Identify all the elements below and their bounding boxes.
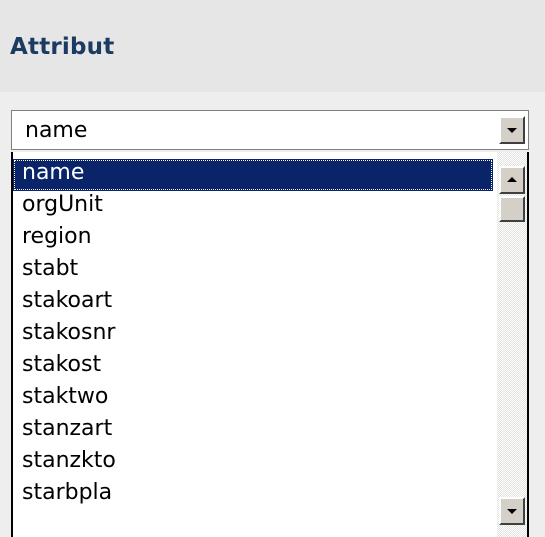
option-item[interactable]: starbpla [13,479,493,511]
option-item[interactable]: stanzart [13,415,493,447]
scroll-up-button[interactable] [499,166,525,194]
attribute-select-value: name [25,118,88,143]
dropdown-toggle-button[interactable] [499,116,525,144]
arrow-down-icon [507,509,517,514]
attribute-select[interactable]: name [11,110,529,150]
option-item[interactable]: orgUnit [13,191,493,223]
option-list: name orgUnit region stabt stakoart stako… [13,159,493,511]
panel-title: Attribut [10,34,115,60]
option-item[interactable]: stakosnr [13,319,493,351]
vertical-scrollbar[interactable] [497,152,527,537]
option-item[interactable]: stabt [13,255,493,287]
option-item[interactable]: staktwo [13,383,493,415]
attribute-panel: Attribut name name orgUnit region stabt … [0,0,545,537]
option-item[interactable]: stakost [13,351,493,383]
option-item-selected[interactable]: name [13,159,493,191]
scroll-down-button[interactable] [499,497,525,525]
option-item[interactable]: stakoart [13,287,493,319]
panel-header: Attribut [0,0,545,92]
arrow-up-icon [507,177,517,182]
option-item[interactable]: stanzkto [13,447,493,479]
option-item[interactable]: region [13,223,493,255]
chevron-down-icon [507,128,517,133]
attribute-dropdown-list: name orgUnit region stabt stakoart stako… [11,152,529,537]
scrollbar-thumb[interactable] [499,196,525,222]
